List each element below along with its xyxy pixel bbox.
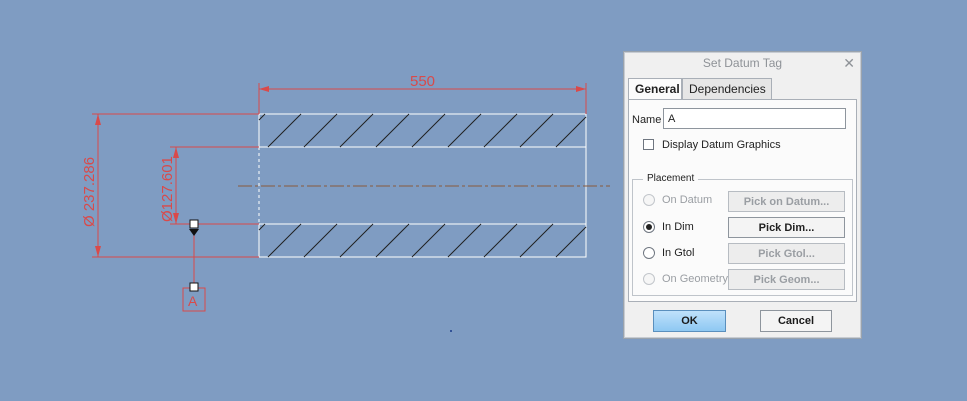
- hatch-line: [339, 113, 374, 148]
- tab-general[interactable]: General: [628, 78, 682, 101]
- inner-diameter-text[interactable]: Ø127.601: [159, 156, 176, 222]
- arrow-left: [259, 86, 269, 92]
- hatch-line: [483, 223, 518, 258]
- name-label: Name: [632, 114, 662, 126]
- tab-dependencies[interactable]: Dependencies: [682, 78, 772, 100]
- label-in-gtol[interactable]: In Gtol: [662, 247, 694, 259]
- hatch-line: [267, 113, 302, 148]
- part-section[interactable]: [238, 113, 610, 258]
- hatch-line: [555, 226, 587, 258]
- dialog-title: Set Datum Tag: [702, 56, 783, 70]
- placement-title: Placement: [643, 173, 699, 184]
- length-dimension[interactable]: 550: [258, 73, 587, 114]
- label-on-geometry: On Geometry: [662, 273, 729, 285]
- hatch-line: [267, 223, 302, 258]
- hatch-line: [258, 223, 266, 231]
- close-icon[interactable]: ✕: [843, 52, 855, 74]
- pick-geom-button: Pick Geom...: [728, 269, 845, 290]
- radio-on-datum: [643, 194, 655, 206]
- hatch-line: [447, 113, 482, 148]
- cancel-button[interactable]: Cancel: [760, 310, 832, 332]
- hatch-line: [258, 113, 266, 121]
- outer-diameter-text[interactable]: Ø 237.286: [81, 157, 98, 227]
- pick-dim-button[interactable]: Pick Dim...: [728, 217, 845, 238]
- display-datum-graphics-checkbox[interactable]: [643, 139, 654, 150]
- hatch-line: [447, 223, 482, 258]
- datum-triangle: [189, 229, 199, 236]
- datum-letter: A: [188, 293, 198, 309]
- hatch-line: [375, 223, 410, 258]
- radio-in-dim[interactable]: [643, 221, 655, 233]
- datum-handle-bottom[interactable]: [189, 282, 199, 292]
- datum-handle-top[interactable]: [189, 219, 199, 229]
- arrow-right: [576, 86, 586, 92]
- hatch-line: [555, 116, 587, 148]
- datum-tag[interactable]: A: [182, 219, 206, 312]
- hatch-line: [483, 113, 518, 148]
- arrow-bottom: [95, 246, 101, 257]
- hatch-line: [339, 223, 374, 258]
- general-panel: Name Display Datum Graphics Placement On…: [628, 99, 857, 302]
- ok-button[interactable]: OK: [653, 310, 726, 332]
- label-on-datum: On Datum: [662, 194, 713, 206]
- hatch-line: [519, 223, 554, 258]
- dialog-titlebar[interactable]: Set Datum Tag ✕: [624, 52, 861, 74]
- set-datum-tag-dialog[interactable]: Set Datum Tag ✕ General Dependencies Nam…: [623, 51, 862, 339]
- radio-selected-dot: [646, 224, 652, 230]
- hatch-line: [375, 113, 410, 148]
- name-input[interactable]: [663, 108, 846, 129]
- stray-point: [450, 330, 452, 332]
- hatch-line: [411, 223, 446, 258]
- label-in-dim[interactable]: In Dim: [662, 221, 694, 233]
- hatch-line: [303, 113, 338, 148]
- radio-on-geometry: [643, 273, 655, 285]
- arrow-top: [95, 114, 101, 125]
- pick-on-datum-button: Pick on Datum...: [728, 191, 845, 212]
- pick-gtol-button: Pick Gtol...: [728, 243, 845, 264]
- length-dimension-text[interactable]: 550: [410, 73, 435, 90]
- display-datum-graphics-label[interactable]: Display Datum Graphics: [662, 139, 781, 151]
- hatch-line: [411, 113, 446, 148]
- hatch-line: [519, 113, 554, 148]
- radio-in-gtol[interactable]: [643, 247, 655, 259]
- hatch-line: [303, 223, 338, 258]
